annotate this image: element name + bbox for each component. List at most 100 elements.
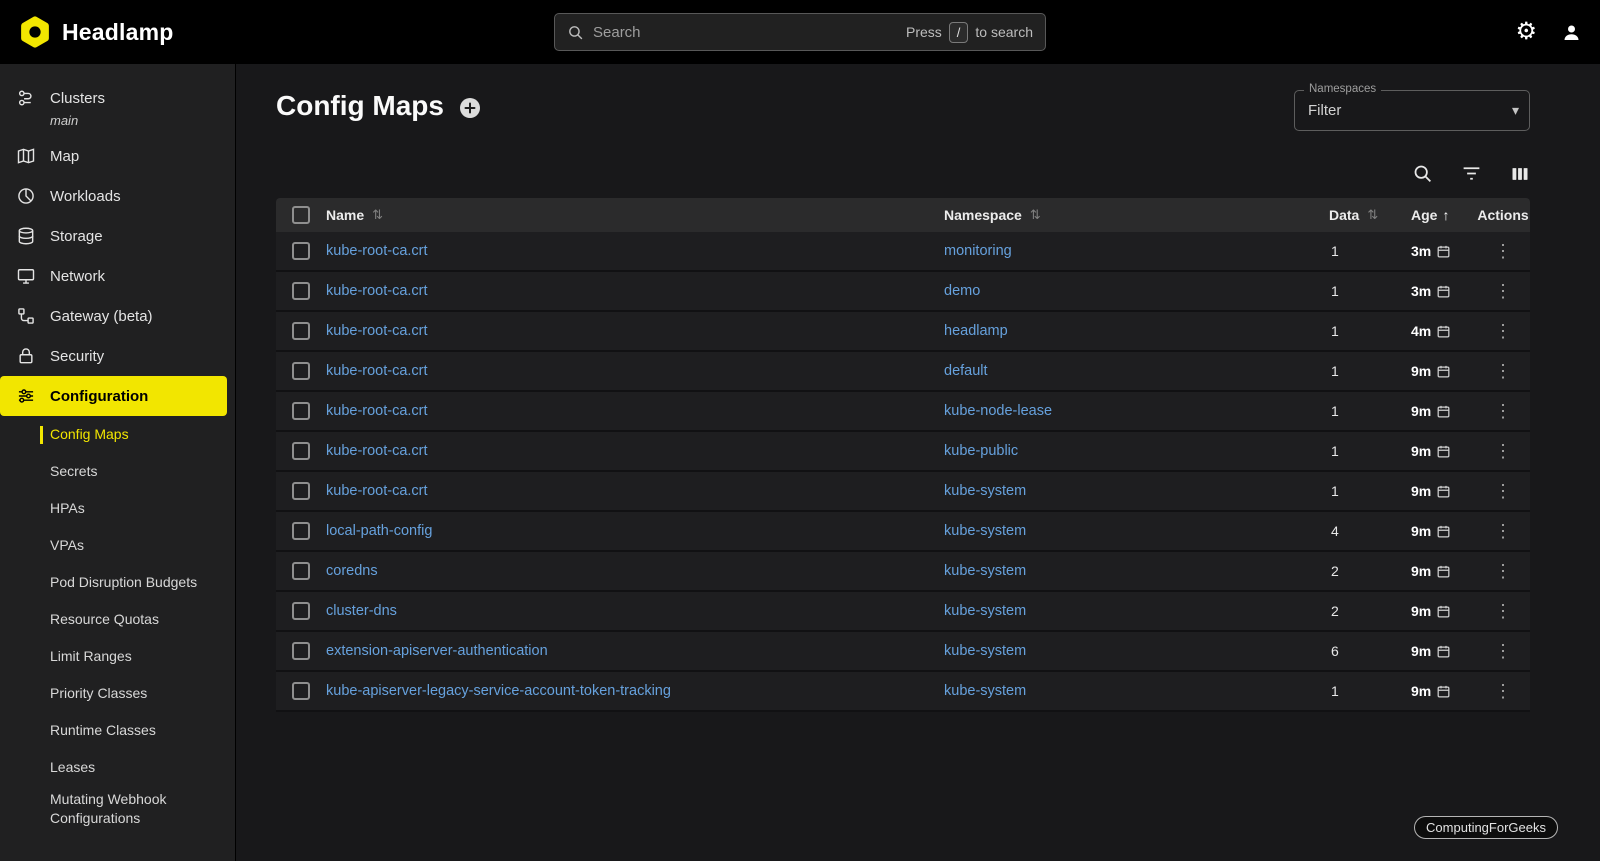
row-actions-menu-button[interactable]: ⋮: [1488, 522, 1518, 540]
gateway-icon: [16, 306, 36, 326]
sidebar-item-workloads[interactable]: Workloads: [0, 176, 235, 216]
subnav-label: Mutating Webhook Configurations: [50, 791, 167, 826]
namespace-link[interactable]: default: [944, 363, 988, 379]
row-actions-menu-button[interactable]: ⋮: [1488, 242, 1518, 260]
sort-ascending-icon[interactable]: ↑: [1442, 207, 1449, 223]
row-actions-menu-button[interactable]: ⋮: [1488, 322, 1518, 340]
column-header-data[interactable]: Data: [1329, 207, 1359, 223]
namespace-link[interactable]: headlamp: [944, 323, 1008, 339]
configmap-name-link[interactable]: kube-root-ca.crt: [326, 243, 428, 259]
row-checkbox[interactable]: [292, 642, 310, 660]
row-checkbox[interactable]: [292, 282, 310, 300]
select-all-checkbox[interactable]: [292, 206, 310, 224]
sidebar-item-network[interactable]: Network: [0, 256, 235, 296]
configmap-name-link[interactable]: local-path-config: [326, 523, 432, 539]
columns-icon[interactable]: [1510, 164, 1530, 184]
namespaces-filter-select[interactable]: Namespaces Filter ▾: [1294, 83, 1530, 131]
configmap-name-link[interactable]: cluster-dns: [326, 603, 397, 619]
column-header-age[interactable]: Age: [1411, 207, 1437, 223]
sidebar-item-mutating-webhook-configurations[interactable]: Mutating Webhook Configurations: [0, 786, 235, 832]
search-input[interactable]: [593, 23, 897, 41]
configmap-name-link[interactable]: coredns: [326, 563, 378, 579]
namespace-link[interactable]: kube-system: [944, 603, 1026, 619]
row-checkbox[interactable]: [292, 482, 310, 500]
sidebar-item-gateway[interactable]: Gateway (beta): [0, 296, 235, 336]
row-checkbox[interactable]: [292, 362, 310, 380]
configmap-name-link[interactable]: extension-apiserver-authentication: [326, 643, 548, 659]
row-checkbox[interactable]: [292, 562, 310, 580]
row-actions-menu-button[interactable]: ⋮: [1488, 682, 1518, 700]
sidebar-item-config-maps[interactable]: Config Maps: [0, 416, 235, 453]
row-actions-menu-button[interactable]: ⋮: [1488, 282, 1518, 300]
age-value: 9m: [1411, 363, 1432, 379]
namespace-link[interactable]: kube-public: [944, 443, 1018, 459]
subnav-label: HPAs: [50, 500, 85, 517]
sidebar-item-configuration[interactable]: Configuration: [0, 376, 227, 416]
sidebar-item-security[interactable]: Security: [0, 336, 235, 376]
row-checkbox[interactable]: [292, 442, 310, 460]
sidebar-item-runtime-classes[interactable]: Runtime Classes: [0, 712, 235, 749]
sidebar-item-map[interactable]: Map: [0, 136, 235, 176]
namespace-link[interactable]: kube-system: [944, 683, 1026, 699]
namespace-link[interactable]: demo: [944, 283, 980, 299]
sort-icon[interactable]: ⇅: [372, 207, 383, 223]
data-count: 1: [1331, 323, 1339, 339]
create-configmap-button[interactable]: [458, 96, 482, 120]
row-checkbox[interactable]: [292, 522, 310, 540]
sidebar-item-resource-quotas[interactable]: Resource Quotas: [0, 601, 235, 638]
table-search-icon[interactable]: [1412, 163, 1433, 184]
row-actions-menu-button[interactable]: ⋮: [1488, 442, 1518, 460]
sort-icon[interactable]: ⇅: [1030, 207, 1041, 223]
row-checkbox[interactable]: [292, 602, 310, 620]
row-checkbox[interactable]: [292, 682, 310, 700]
row-actions-menu-button[interactable]: ⋮: [1488, 482, 1518, 500]
clusters-icon: [16, 88, 36, 108]
sidebar-item-leases[interactable]: Leases: [0, 749, 235, 786]
data-count: 1: [1331, 483, 1339, 499]
namespace-link[interactable]: kube-system: [944, 563, 1026, 579]
configmap-name-link[interactable]: kube-root-ca.crt: [326, 363, 428, 379]
row-checkbox[interactable]: [292, 402, 310, 420]
configmap-name-link[interactable]: kube-root-ca.crt: [326, 323, 428, 339]
configuration-icon: [16, 386, 36, 406]
row-actions-menu-button[interactable]: ⋮: [1488, 362, 1518, 380]
sort-icon[interactable]: ⇅: [1367, 207, 1378, 223]
sidebar-item-hpas[interactable]: HPAs: [0, 490, 235, 527]
configmaps-table: Name ⇅ Namespace ⇅ Data ⇅ Age ↑ Actions …: [276, 198, 1530, 712]
table-row: kube-root-ca.crt monitoring 1 3m ⋮: [276, 232, 1530, 272]
account-user-icon[interactable]: [1561, 22, 1582, 43]
row-actions-menu-button[interactable]: ⋮: [1488, 562, 1518, 580]
configmap-name-link[interactable]: kube-root-ca.crt: [326, 283, 428, 299]
settings-gear-icon[interactable]: ⚙: [1515, 20, 1537, 44]
data-count: 1: [1331, 363, 1339, 379]
calendar-icon: [1436, 244, 1451, 259]
sidebar-item-clusters[interactable]: Clusters: [0, 78, 235, 118]
sidebar-item-limit-ranges[interactable]: Limit Ranges: [0, 638, 235, 675]
namespaces-filter-label: Namespaces: [1304, 83, 1382, 95]
sidebar-item-secrets[interactable]: Secrets: [0, 453, 235, 490]
column-header-name[interactable]: Name: [326, 207, 364, 223]
row-actions-menu-button[interactable]: ⋮: [1488, 402, 1518, 420]
row-actions-menu-button[interactable]: ⋮: [1488, 642, 1518, 660]
sidebar-item-vpas[interactable]: VPAs: [0, 527, 235, 564]
headlamp-logo-home[interactable]: Headlamp: [18, 15, 174, 49]
sidebar-item-priority-classes[interactable]: Priority Classes: [0, 675, 235, 712]
calendar-icon: [1436, 604, 1451, 619]
row-checkbox[interactable]: [292, 242, 310, 260]
sidebar-item-pod-disruption-budgets[interactable]: Pod Disruption Budgets: [0, 564, 235, 601]
row-actions-menu-button[interactable]: ⋮: [1488, 602, 1518, 620]
namespace-link[interactable]: monitoring: [944, 243, 1012, 259]
namespace-link[interactable]: kube-system: [944, 483, 1026, 499]
row-checkbox[interactable]: [292, 322, 310, 340]
column-header-namespace[interactable]: Namespace: [944, 207, 1022, 223]
sidebar-item-label: Storage: [50, 227, 103, 245]
namespace-link[interactable]: kube-node-lease: [944, 403, 1052, 419]
namespace-link[interactable]: kube-system: [944, 523, 1026, 539]
filter-icon[interactable]: [1461, 163, 1482, 184]
configmap-name-link[interactable]: kube-apiserver-legacy-service-account-to…: [326, 683, 671, 699]
namespace-link[interactable]: kube-system: [944, 643, 1026, 659]
configmap-name-link[interactable]: kube-root-ca.crt: [326, 443, 428, 459]
configmap-name-link[interactable]: kube-root-ca.crt: [326, 483, 428, 499]
configmap-name-link[interactable]: kube-root-ca.crt: [326, 403, 428, 419]
sidebar-item-storage[interactable]: Storage: [0, 216, 235, 256]
